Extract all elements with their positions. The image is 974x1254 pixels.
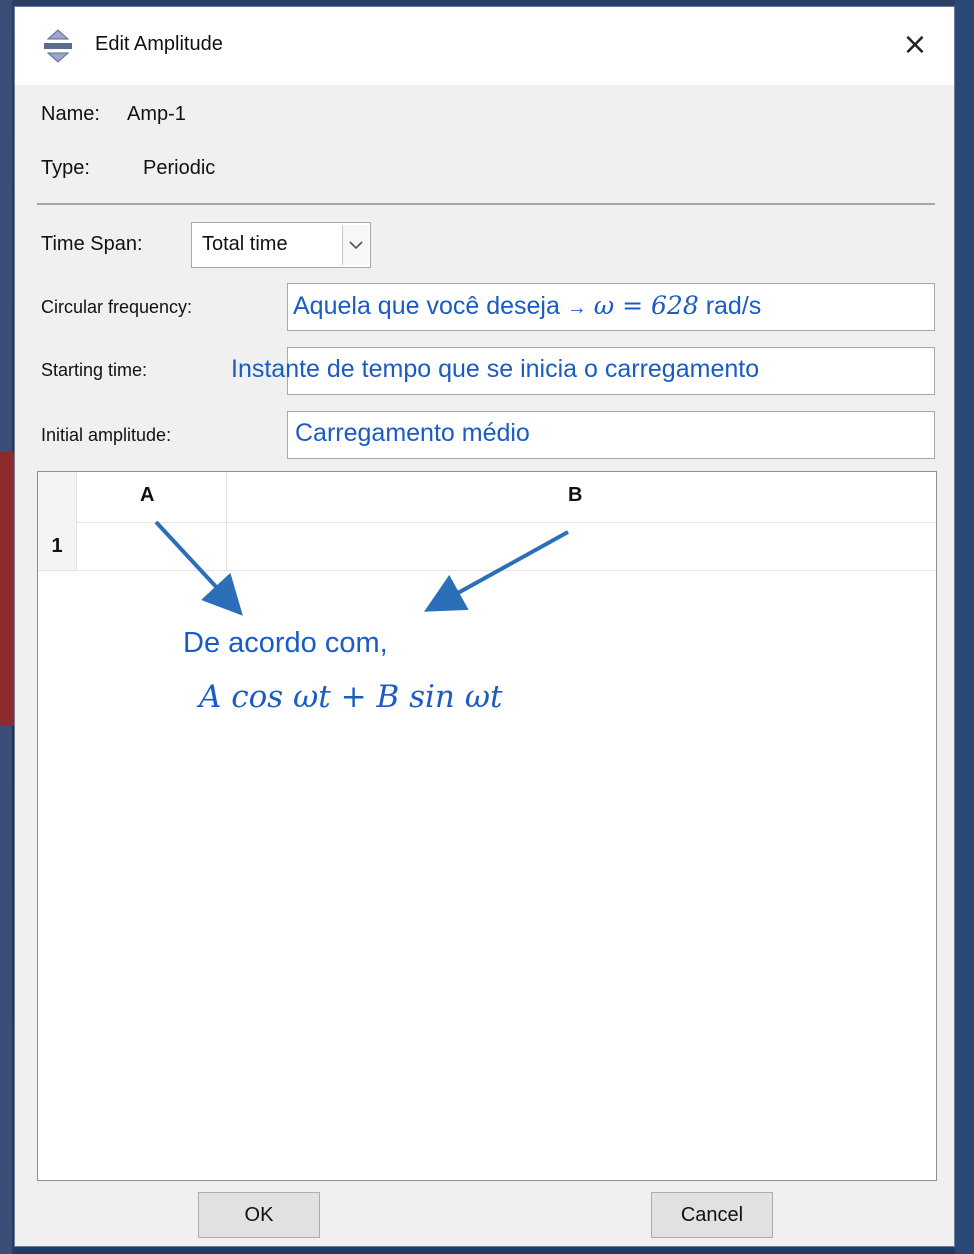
background-window-edge	[0, 452, 14, 726]
time-span-label: Time Span:	[41, 233, 143, 255]
initial-amplitude-annotation: Carregamento médio	[295, 419, 530, 447]
desktop-background-right	[955, 0, 974, 1254]
circular-frequency-formula: ω = 628	[593, 291, 699, 320]
cell-a[interactable]	[76, 522, 227, 570]
close-button[interactable]: ×	[895, 25, 935, 65]
circular-frequency-annotation: Aquela que você deseja → ω = 628 rad/s	[293, 291, 761, 321]
starting-time-annotation: Instante de tempo que se inicia o carreg…	[231, 355, 760, 383]
starting-time-label: Starting time:	[41, 360, 148, 380]
initial-amplitude-label: Initial amplitude:	[41, 425, 172, 445]
name-label: Name:	[41, 103, 100, 125]
ok-button[interactable]: OK	[198, 1192, 320, 1238]
table-note-formula: A cos ωt + B sin ωt	[199, 679, 503, 715]
table-row: 1	[38, 522, 936, 571]
dialog-title: Edit Amplitude	[95, 33, 223, 55]
amplitude-app-icon	[44, 29, 72, 63]
type-value: Periodic	[143, 157, 216, 179]
column-header-a-label: A	[140, 484, 155, 506]
cancel-button[interactable]: Cancel	[651, 1192, 773, 1238]
row-number[interactable]: 1	[38, 522, 77, 570]
table-corner	[38, 472, 77, 522]
circular-frequency-label: Circular frequency:	[41, 297, 193, 317]
circular-frequency-unit: rad/s	[705, 292, 762, 320]
separator	[37, 203, 935, 205]
column-header-b-label[interactable]: B	[568, 484, 582, 507]
type-label: Type:	[41, 157, 90, 179]
name-value: Amp-1	[127, 103, 186, 125]
edit-amplitude-dialog: Edit Amplitude × Name: Amp-1 Type: Perio…	[14, 6, 955, 1247]
amplitude-data-table[interactable]: A B 1	[37, 471, 937, 1181]
column-header-a[interactable]: A	[76, 472, 227, 522]
time-span-value: Total time	[202, 233, 288, 255]
title-bar[interactable]: Edit Amplitude ×	[15, 7, 954, 85]
chevron-down-icon[interactable]	[342, 225, 369, 265]
table-header-row: A B	[38, 472, 936, 523]
time-span-select[interactable]: Total time	[191, 222, 371, 268]
circular-frequency-annotation-text: Aquela que você deseja	[293, 292, 560, 320]
right-arrow-icon: →	[566, 297, 587, 319]
cell-b[interactable]	[227, 522, 935, 570]
table-note-line1: De acordo com,	[183, 627, 388, 659]
